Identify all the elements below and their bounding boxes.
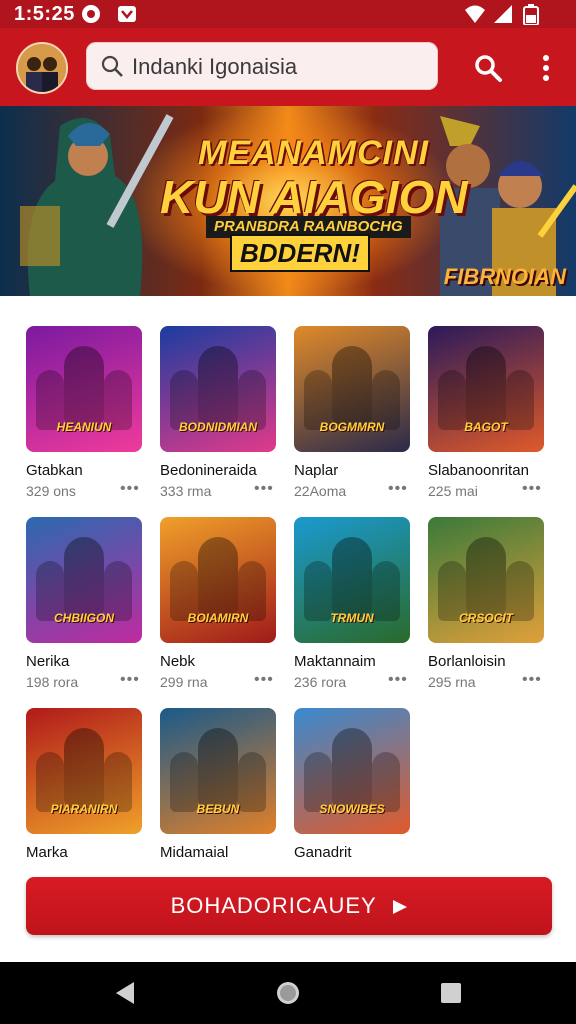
status-time: 1:5:25: [14, 3, 75, 25]
more-horiz-icon[interactable]: •••: [522, 480, 542, 498]
more-horiz-icon[interactable]: •••: [120, 671, 140, 689]
thumbnail-character: [198, 346, 238, 426]
game-thumbnail[interactable]: BAGOT: [428, 326, 544, 452]
game-thumbnail[interactable]: CRSOCIT: [428, 517, 544, 643]
thumbnail-character: [332, 346, 372, 426]
game-title: Maktannaim: [294, 653, 376, 670]
search-icon: [101, 55, 123, 77]
game-title: Midamaial: [160, 844, 229, 861]
thumbnail-title: BAGOT: [464, 420, 508, 434]
app-bar: Indanki Igonaisia: [0, 28, 576, 106]
notification-circle-icon: [82, 5, 100, 23]
thumbnail-title: TRMUN: [330, 611, 374, 625]
back-icon[interactable]: [112, 980, 138, 1006]
thumbnail-title: BODNIDMIAN: [179, 420, 257, 434]
hero-banner[interactable]: MEANAMCINI KUN AIAGION PRANBDRA RAANBOCH…: [0, 106, 576, 296]
signal-icon: [494, 5, 512, 23]
game-title: Nebk: [160, 653, 196, 670]
recents-icon[interactable]: [438, 980, 464, 1006]
game-title: Borlanloisin: [428, 653, 506, 670]
cta-label: BOHADORICAUEY: [26, 893, 552, 919]
thumbnail-title: HEANIUN: [56, 420, 112, 434]
game-title: Nerika: [26, 653, 70, 670]
nav-bar: [0, 962, 576, 1024]
game-card[interactable]: BAGOT Slabanoonritan 225 mai •••: [428, 326, 546, 506]
game-card[interactable]: TRMUN Maktannaim 236 rora •••: [294, 517, 412, 697]
thumbnail-title: PIARANIRN: [50, 802, 118, 816]
thumbnail-character: [198, 537, 238, 617]
thumbnail-title: SNOWIBES: [319, 802, 385, 816]
thumbnail-title: CRSOCIT: [459, 611, 513, 625]
game-title: Slabanoonritan: [428, 462, 529, 479]
home-icon[interactable]: [275, 980, 301, 1006]
game-size: 295 rna: [428, 674, 476, 690]
game-title: Naplar: [294, 462, 339, 479]
avatar[interactable]: [16, 42, 68, 94]
game-card[interactable]: HEANIUN Gtabkan 329 ons •••: [26, 326, 144, 506]
thumbnail-title: BOGMMRN: [319, 420, 385, 434]
game-title: Bedonineraida: [160, 462, 257, 479]
game-title: Marka: [26, 844, 68, 861]
game-thumbnail[interactable]: BOIAMIRN: [160, 517, 276, 643]
thumbnail-title: BOIAMIRN: [187, 611, 249, 625]
game-size: 329 ons: [26, 483, 76, 499]
game-card[interactable]: CRSOCIT Borlanloisin 295 rna •••: [428, 517, 546, 697]
game-thumbnail[interactable]: SNOWIBES: [294, 708, 410, 834]
game-thumbnail[interactable]: CHBIIGON: [26, 517, 142, 643]
search-input[interactable]: Indanki Igonaisia: [132, 54, 297, 80]
thumbnail-character: [64, 346, 104, 426]
thumbnail-character: [466, 346, 506, 426]
wifi-icon: [465, 5, 485, 23]
more-horiz-icon[interactable]: •••: [522, 671, 542, 689]
game-card[interactable]: CHBIIGON Nerika 198 rora •••: [26, 517, 144, 697]
hero-tagline: BDDERN!: [230, 234, 370, 272]
hero-title-line1: MEANAMCINI: [198, 134, 429, 172]
game-card[interactable]: BEBUN Midamaial: [160, 708, 278, 888]
game-card[interactable]: PIARANIRN Marka: [26, 708, 144, 888]
more-horiz-icon[interactable]: •••: [254, 480, 274, 498]
game-card[interactable]: BOIAMIRN Nebk 299 rna •••: [160, 517, 278, 697]
thumbnail-character: [64, 537, 104, 617]
game-card[interactable]: BOGMMRN Naplar 22Aoma •••: [294, 326, 412, 506]
more-horiz-icon[interactable]: •••: [254, 671, 274, 689]
avatar-image: [18, 44, 66, 92]
more-horiz-icon[interactable]: •••: [388, 671, 408, 689]
arrow-right-icon: [393, 900, 408, 915]
thumbnail-character: [332, 728, 372, 808]
game-card[interactable]: SNOWIBES Ganadrit: [294, 708, 412, 888]
more-vert-icon[interactable]: [530, 52, 562, 84]
thumbnail-character: [466, 537, 506, 617]
more-horiz-icon[interactable]: •••: [388, 480, 408, 498]
game-title: Ganadrit: [294, 844, 352, 861]
game-thumbnail[interactable]: BODNIDMIAN: [160, 326, 276, 452]
thumbnail-character: [64, 728, 104, 808]
search-icon[interactable]: [472, 52, 504, 84]
game-size: 236 rora: [294, 674, 347, 690]
hero-corner-logo: FIBRNOIAN: [443, 264, 566, 289]
game-size: 198 rora: [26, 674, 79, 690]
hero-warrior-left: [20, 114, 174, 296]
thumbnail-title: CHBIIGON: [54, 611, 114, 625]
game-size: 299 rna: [160, 674, 208, 690]
game-size: 333 rma: [160, 483, 212, 499]
game-size: 22Aoma: [294, 483, 347, 499]
notification-app-icon: [118, 6, 136, 22]
more-horiz-icon[interactable]: •••: [120, 480, 140, 498]
game-title: Gtabkan: [26, 462, 83, 479]
game-thumbnail[interactable]: BOGMMRN: [294, 326, 410, 452]
game-card[interactable]: BODNIDMIAN Bedonineraida 333 rma •••: [160, 326, 278, 506]
game-thumbnail[interactable]: PIARANIRN: [26, 708, 142, 834]
status-bar: 1:5:25: [0, 0, 576, 28]
battery-icon: [523, 4, 539, 25]
thumbnail-title: BEBUN: [196, 802, 240, 816]
thumbnail-character: [198, 728, 238, 808]
thumbnail-character: [332, 537, 372, 617]
game-thumbnail[interactable]: TRMUN: [294, 517, 410, 643]
game-thumbnail[interactable]: HEANIUN: [26, 326, 142, 452]
search-bar[interactable]: Indanki Igonaisia: [86, 42, 438, 90]
game-thumbnail[interactable]: BEBUN: [160, 708, 276, 834]
game-size: 225 mai: [428, 483, 478, 499]
cta-button[interactable]: BOHADORICAUEY: [26, 877, 552, 935]
